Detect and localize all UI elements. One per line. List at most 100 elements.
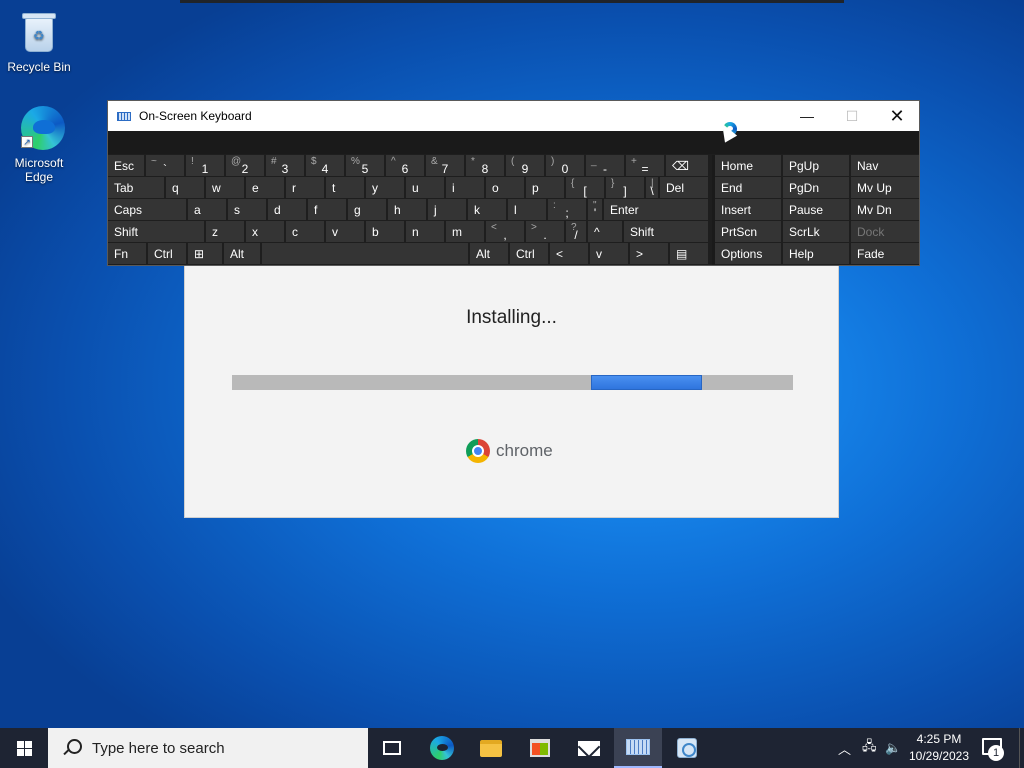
osk-key[interactable]: Shift xyxy=(108,221,204,242)
osk-key[interactable]: d xyxy=(268,199,306,220)
osk-key[interactable]: Esc xyxy=(108,155,144,176)
osk-title-bar[interactable]: On-Screen Keyboard — ☐ ✕ xyxy=(108,101,919,131)
osk-nav-key[interactable]: Dock xyxy=(851,221,919,242)
tray-overflow-chevron[interactable]: ︿ xyxy=(838,728,851,768)
osk-key[interactable]: < xyxy=(550,243,588,264)
osk-key[interactable]: @2 xyxy=(226,155,264,176)
osk-key[interactable]: Enter xyxy=(604,199,708,220)
osk-key[interactable]: a xyxy=(188,199,226,220)
osk-key[interactable]: (9 xyxy=(506,155,544,176)
desktop-icon-microsoft-edge[interactable]: ↗ Microsoft Edge xyxy=(0,104,78,184)
osk-key[interactable]: ▤ xyxy=(670,243,708,264)
desktop-icon-recycle-bin[interactable]: ♻ Recycle Bin xyxy=(0,8,78,74)
osk-key[interactable]: n xyxy=(406,221,444,242)
taskbar-clock[interactable]: 4:25 PM 10/29/2023 xyxy=(905,731,973,765)
osk-key[interactable]: q xyxy=(166,177,204,198)
osk-key[interactable]: _ - xyxy=(586,155,624,176)
osk-nav-key[interactable]: Nav xyxy=(851,155,919,176)
osk-key[interactable]: Alt xyxy=(470,243,508,264)
osk-key[interactable]: Ctrl xyxy=(148,243,186,264)
osk-key[interactable]: Ctrl xyxy=(510,243,548,264)
osk-key[interactable]: l xyxy=(508,199,546,220)
osk-nav-key[interactable]: Options xyxy=(715,243,781,264)
osk-key[interactable]: m xyxy=(446,221,484,242)
taskbar-mail[interactable] xyxy=(565,728,613,768)
osk-key[interactable]: z xyxy=(206,221,244,242)
osk-key[interactable]: v xyxy=(326,221,364,242)
osk-key[interactable]: s xyxy=(228,199,266,220)
osk-key[interactable]: ^ 6 xyxy=(386,155,424,176)
start-button[interactable] xyxy=(0,728,48,768)
osk-key[interactable]: b xyxy=(366,221,404,242)
osk-key[interactable]: ⊞ xyxy=(188,243,222,264)
osk-key[interactable]: j xyxy=(428,199,466,220)
taskbar-store[interactable] xyxy=(516,728,564,768)
volume-icon[interactable]: 🔈 xyxy=(885,728,901,768)
osk-key[interactable]: }] xyxy=(606,177,644,198)
osk-key[interactable]: Tab xyxy=(108,177,164,198)
osk-key[interactable]: Caps xyxy=(108,199,186,220)
osk-key[interactable]: + = xyxy=(626,155,664,176)
osk-key[interactable]: p xyxy=(526,177,564,198)
osk-key[interactable]: ) 0 xyxy=(546,155,584,176)
osk-key[interactable] xyxy=(262,243,468,264)
osk-key[interactable]: <, xyxy=(486,221,524,242)
osk-key[interactable]: y xyxy=(366,177,404,198)
osk-nav-key[interactable]: ScrLk xyxy=(783,221,849,242)
osk-key[interactable]: Alt xyxy=(224,243,260,264)
osk-key[interactable]: > xyxy=(630,243,668,264)
osk-key[interactable]: Shift xyxy=(624,221,708,242)
osk-key[interactable]: Fn xyxy=(108,243,146,264)
osk-key[interactable]: o xyxy=(486,177,524,198)
taskbar-on-screen-keyboard[interactable] xyxy=(614,728,662,768)
taskbar-search-box[interactable]: Type here to search xyxy=(48,728,368,768)
taskbar-file-explorer[interactable] xyxy=(467,728,515,768)
maximize-button[interactable]: ☐ xyxy=(829,101,875,131)
osk-key[interactable]: * 8 xyxy=(466,155,504,176)
osk-key[interactable]: f xyxy=(308,199,346,220)
osk-key[interactable]: t xyxy=(326,177,364,198)
osk-nav-key[interactable]: PrtScn xyxy=(715,221,781,242)
osk-key[interactable]: i xyxy=(446,177,484,198)
osk-nav-key[interactable]: Fade xyxy=(851,243,919,264)
osk-nav-key[interactable]: Home xyxy=(715,155,781,176)
osk-key[interactable]: >. xyxy=(526,221,564,242)
osk-key[interactable]: :; xyxy=(548,199,586,220)
osk-key[interactable]: ! 1 xyxy=(186,155,224,176)
osk-key[interactable]: & 7 xyxy=(426,155,464,176)
osk-key[interactable]: #3 xyxy=(266,155,304,176)
osk-key[interactable]: u xyxy=(406,177,444,198)
osk-key[interactable]: Del xyxy=(660,177,708,198)
osk-key[interactable]: c xyxy=(286,221,324,242)
osk-key[interactable]: {[ xyxy=(566,177,604,198)
osk-key[interactable]: ⌫ xyxy=(666,155,708,176)
show-desktop-button[interactable] xyxy=(1019,728,1024,768)
network-icon[interactable]: 🖧 xyxy=(862,728,877,768)
osk-nav-key[interactable]: End xyxy=(715,177,781,198)
osk-key[interactable]: % 5 xyxy=(346,155,384,176)
taskbar-installer[interactable] xyxy=(663,728,711,768)
osk-nav-key[interactable]: Pause xyxy=(783,199,849,220)
osk-key[interactable]: g xyxy=(348,199,386,220)
close-button[interactable]: ✕ xyxy=(874,101,920,131)
osk-key[interactable]: v xyxy=(590,243,628,264)
osk-key[interactable]: w xyxy=(206,177,244,198)
osk-key[interactable]: ? / xyxy=(566,221,586,242)
osk-key[interactable]: h xyxy=(388,199,426,220)
osk-key[interactable]: " ' xyxy=(588,199,602,220)
minimize-button[interactable]: — xyxy=(784,101,830,131)
osk-key[interactable]: r xyxy=(286,177,324,198)
osk-key[interactable]: $4 xyxy=(306,155,344,176)
osk-nav-key[interactable]: Insert xyxy=(715,199,781,220)
osk-nav-key[interactable]: Mv Dn xyxy=(851,199,919,220)
taskbar-task-view[interactable] xyxy=(368,728,416,768)
osk-nav-key[interactable]: PgDn xyxy=(783,177,849,198)
osk-key[interactable]: e xyxy=(246,177,284,198)
osk-nav-key[interactable]: Help xyxy=(783,243,849,264)
osk-key[interactable]: | \ xyxy=(646,177,658,198)
osk-key[interactable]: ~ ` xyxy=(146,155,184,176)
osk-nav-key[interactable]: PgUp xyxy=(783,155,849,176)
osk-key[interactable]: x xyxy=(246,221,284,242)
osk-key[interactable]: k xyxy=(468,199,506,220)
taskbar-edge[interactable] xyxy=(418,728,466,768)
